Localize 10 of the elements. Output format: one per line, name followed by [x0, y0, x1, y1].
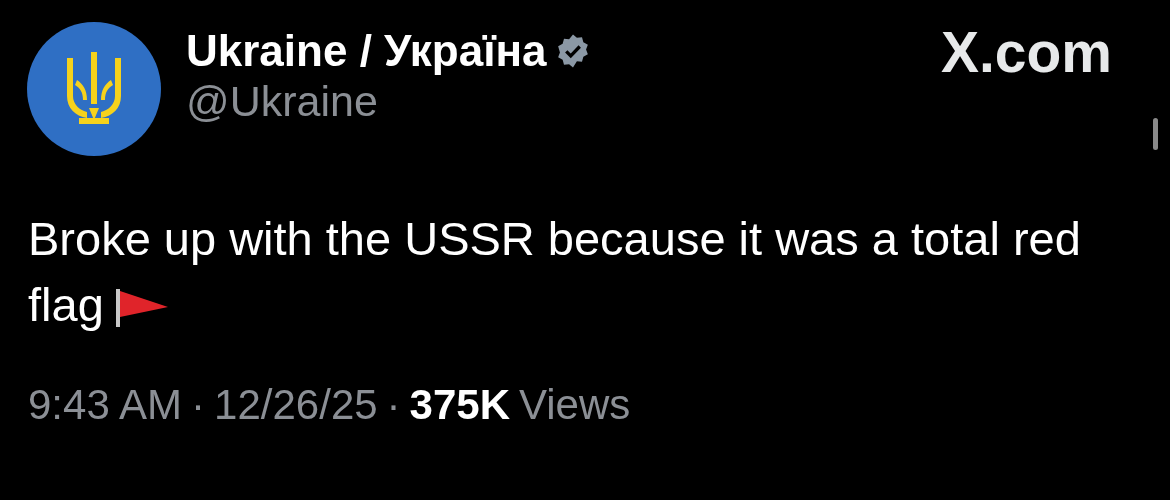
- tweet-text: Broke up with the USSR because it was a total red flag: [28, 211, 1082, 333]
- site-label: X.com: [940, 22, 1112, 82]
- separator-dot: ·: [191, 380, 206, 430]
- account-name: Ukraine / Україна: [186, 26, 547, 76]
- separator-dot: ·: [386, 380, 401, 430]
- account-handle: @Ukraine: [186, 76, 379, 126]
- views-label: Views: [519, 380, 631, 430]
- views-count: 375K: [409, 380, 510, 430]
- tweet-date: 12/26/25: [214, 380, 378, 430]
- tweet-time: 9:43 AM: [28, 380, 183, 430]
